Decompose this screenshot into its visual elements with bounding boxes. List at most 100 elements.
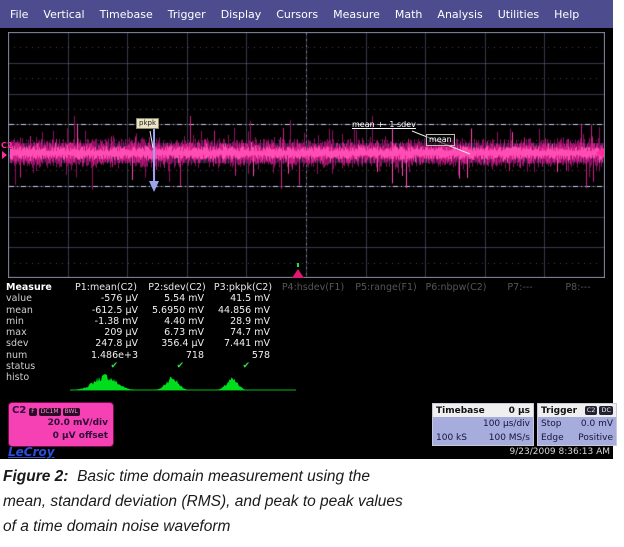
measure-column-header-p6[interactable]: P6:nbpw(C2) (422, 282, 490, 293)
measure-cell (422, 327, 490, 338)
measure-cell (490, 305, 550, 316)
measure-row-label-mean: mean (4, 305, 68, 316)
measure-cell (350, 338, 422, 349)
oscilloscope-screenshot: File Vertical Timebase Trigger Display Cursor… (0, 0, 613, 459)
measure-cell: 5.6950 mV (144, 305, 210, 316)
timebase-scale: 100 µs/div (483, 417, 530, 431)
figure-number: Figure 2: (3, 468, 68, 485)
caption-line-1: Figure 2: Basic time domain measurement … (3, 464, 619, 489)
measure-row-label-min: min (4, 316, 68, 327)
measure-cell (550, 327, 606, 338)
menu-item-cursors[interactable]: Cursors (276, 8, 318, 21)
menu-bar: File Vertical Timebase Trigger Display Cursor… (0, 0, 613, 28)
measure-cell (350, 350, 422, 361)
trigger-mode: Stop (541, 417, 561, 431)
coupling-badge: F (29, 408, 36, 416)
trigger-type: Edge (541, 431, 564, 445)
measure-cell (350, 293, 422, 304)
menu-item-vertical[interactable]: Vertical (43, 8, 84, 21)
datetime-display: 9/23/2009 8:36:13 AM (430, 447, 610, 457)
noise-waveform-trace (10, 115, 603, 195)
measure-cell: -576 µV (68, 293, 144, 304)
pkpk-annotation: pkpk (136, 118, 159, 129)
measure-cell: 6.73 mV (144, 327, 210, 338)
histogram-thumbnails (66, 370, 306, 392)
trigger-slope: Positive (578, 431, 613, 445)
measure-cell (490, 338, 550, 349)
measure-column-header-p2[interactable]: P2:sdev(C2) (144, 282, 210, 293)
measure-cell (276, 327, 350, 338)
measure-cell: 41.5 mV (210, 293, 276, 304)
mean-annotation: mean (426, 134, 455, 146)
lecroy-logo: LeCroy (8, 445, 55, 459)
channel-descriptor-box[interactable]: C2 FDC1MBWL 20.0 mV/div 0 µV offset (8, 402, 114, 447)
measure-cell: 718 (144, 350, 210, 361)
measure-cell (276, 350, 350, 361)
trigger-title: Trigger (541, 406, 577, 416)
measure-cell (422, 293, 490, 304)
channel-offset: 0 µV offset (12, 430, 110, 443)
menu-item-help[interactable]: Help (554, 8, 579, 21)
measure-row-label-sdev: sdev (4, 338, 68, 349)
coupling-badge: BWL (63, 408, 80, 416)
menu-item-display[interactable]: Display (221, 8, 262, 21)
menu-item-math[interactable]: Math (395, 8, 423, 21)
measure-cell (276, 305, 350, 316)
measure-cell: -1.38 mV (68, 316, 144, 327)
measure-cell (350, 305, 422, 316)
measure-cell: 1.486e+3 (68, 350, 144, 361)
measure-cell: 247.8 µV (68, 338, 144, 349)
measure-table: MeasureP1:mean(C2)P2:sdev(C2)P3:pkpk(C2)… (4, 282, 610, 384)
measure-cell: 578 (210, 350, 276, 361)
menu-item-analysis[interactable]: Analysis (437, 8, 482, 21)
measure-cell (422, 338, 490, 349)
trigger-position-marker-icon (292, 269, 304, 278)
measure-cell (422, 361, 490, 372)
measure-cell (350, 361, 422, 372)
measure-cell (550, 293, 606, 304)
caption-line-2: mean, standard deviation (RMS), and peak… (3, 489, 619, 514)
measure-column-header-p4[interactable]: P4:hsdev(F1) (276, 282, 350, 293)
measure-cell (490, 293, 550, 304)
coupling-badge: DC1M (39, 408, 61, 416)
measure-cell (550, 305, 606, 316)
channel-coupling-badges: FDC1MBWL (29, 406, 81, 416)
measure-cell (490, 327, 550, 338)
measure-cell: 28.9 mV (210, 316, 276, 327)
waveform-display[interactable]: pkpk mean +- 1 sdev mean (8, 32, 605, 278)
timebase-title: Timebase (436, 406, 485, 416)
measure-cell: 7.441 mV (210, 338, 276, 349)
menu-item-measure[interactable]: Measure (333, 8, 380, 21)
mean-sdev-annotation: mean +- 1 sdev (352, 120, 416, 129)
measure-cell: 74.7 mV (210, 327, 276, 338)
measure-column-header-p3[interactable]: P3:pkpk(C2) (210, 282, 276, 293)
measure-cell (550, 372, 606, 383)
measure-cell (550, 350, 606, 361)
measure-cell (422, 305, 490, 316)
histogram-mound (154, 377, 190, 390)
caption-line-3: of a time domain noise waveform (3, 514, 619, 539)
document-page: File Vertical Timebase Trigger Display Cursor… (0, 0, 624, 547)
menu-item-file[interactable]: File (10, 8, 28, 21)
measure-cell: 5.54 mV (144, 293, 210, 304)
channel-label: C2 (12, 405, 26, 416)
measure-cell (276, 316, 350, 327)
figure-caption: Figure 2: Basic time domain measurement … (3, 464, 619, 539)
measure-column-header-p1[interactable]: P1:mean(C2) (68, 282, 144, 293)
measure-column-header-p5[interactable]: P5:range(F1) (350, 282, 422, 293)
measure-cell: 4.40 mV (144, 316, 210, 327)
channel-zero-arrow-icon (2, 151, 7, 159)
trigger-level: 0.0 mV (581, 417, 613, 431)
measure-cell: 44.856 mV (210, 305, 276, 316)
measure-cell (550, 316, 606, 327)
trigger-tick-icon (297, 263, 299, 267)
menu-item-trigger[interactable]: Trigger (168, 8, 206, 21)
measure-cell (490, 372, 550, 383)
trigger-badge: C2 (585, 406, 598, 415)
menu-item-timebase[interactable]: Timebase (100, 8, 153, 21)
trigger-box[interactable]: Trigger C2DC Stop 0.0 mV Edge Positive (537, 403, 617, 446)
timebase-box[interactable]: Timebase 0 µs 100 µs/div 100 kS 100 MS/s (432, 403, 534, 446)
menu-item-utilities[interactable]: Utilities (498, 8, 539, 21)
measure-column-header-p7[interactable]: P7:--- (490, 282, 550, 293)
measure-column-header-p8[interactable]: P8:--- (550, 282, 606, 293)
